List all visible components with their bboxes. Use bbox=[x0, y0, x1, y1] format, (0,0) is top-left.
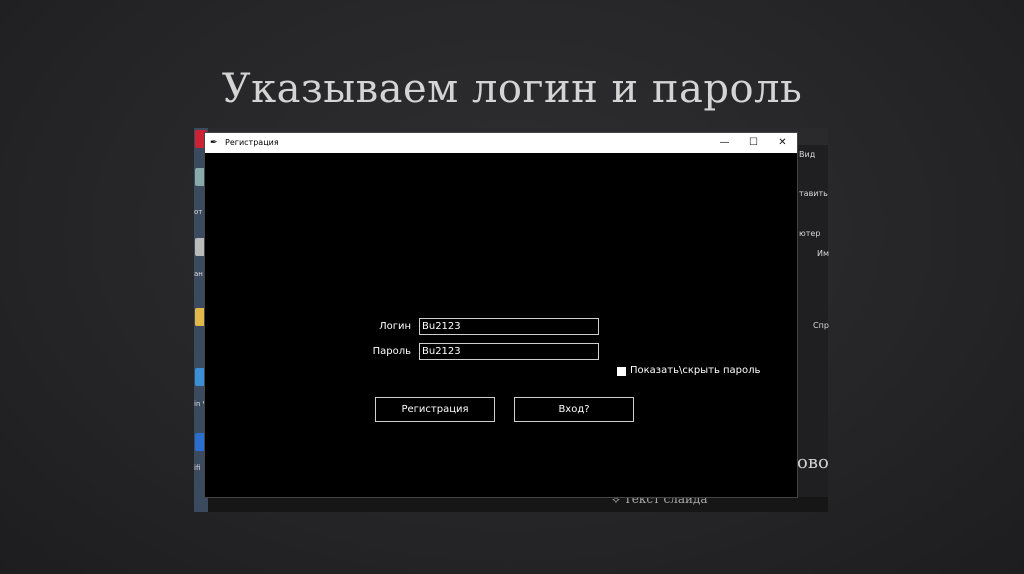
background-taskbar bbox=[208, 497, 828, 512]
panel-label: Им bbox=[817, 249, 830, 258]
toolbar-label: тавить bbox=[799, 189, 828, 198]
show-password-label[interactable]: Показать\скрыть пароль bbox=[630, 365, 760, 376]
register-button[interactable]: Регистрация bbox=[375, 397, 495, 422]
desktop-icon-label: от bbox=[194, 208, 203, 216]
desktop-icon-label: ан bbox=[194, 270, 203, 278]
panel-label: ютер bbox=[799, 229, 821, 238]
maximize-button[interactable]: ☐ bbox=[739, 133, 768, 153]
minimize-button[interactable]: — bbox=[710, 133, 739, 153]
login-button[interactable]: Вход? bbox=[514, 397, 634, 422]
menu-label: Вид bbox=[799, 150, 816, 159]
close-button[interactable]: ✕ bbox=[768, 133, 797, 153]
login-input[interactable]: Bu2123 bbox=[419, 318, 599, 335]
registration-window: ✒ Регистрация — ☐ ✕ Логин Bu2123 Пароль … bbox=[205, 133, 797, 497]
background-text: ово bbox=[797, 452, 829, 473]
window-titlebar[interactable]: ✒ Регистрация — ☐ ✕ bbox=[205, 133, 797, 153]
show-password-checkbox[interactable] bbox=[617, 367, 626, 376]
feather-pen-icon: ✒ bbox=[210, 138, 218, 148]
slide-title: Указываем логин и пароль bbox=[221, 66, 803, 112]
window-title: Регистрация bbox=[225, 138, 279, 147]
login-label: Логин bbox=[379, 321, 411, 332]
desktop-icon-label: ifi bbox=[194, 464, 201, 472]
password-input[interactable]: Bu2123 bbox=[419, 343, 599, 360]
panel-label: Спр bbox=[813, 321, 829, 330]
password-label: Пароль bbox=[372, 346, 411, 357]
window-client-area: Логин Bu2123 Пароль Bu2123 Показать\скры… bbox=[205, 153, 797, 497]
